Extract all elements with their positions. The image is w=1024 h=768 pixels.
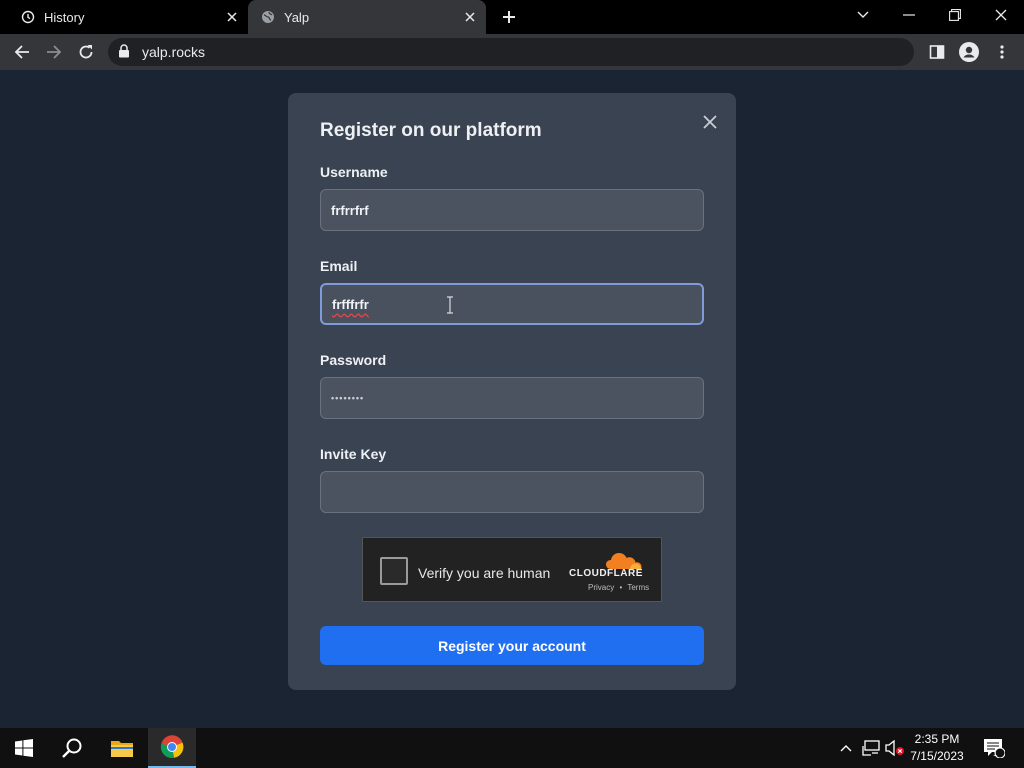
tab-title: Yalp	[284, 9, 310, 25]
captcha-checkbox[interactable]	[380, 557, 408, 585]
invite-key-label: Invite Key	[320, 446, 387, 462]
modal-title: Register on our platform	[320, 120, 542, 141]
cloudflare-captcha: Verify you are human CLOUDFLARE Privacy …	[362, 537, 662, 602]
windows-taskbar: 2:35 PM 7/15/2023 1	[0, 728, 1024, 768]
email-label: Email	[320, 258, 358, 274]
side-panel-icon[interactable]	[923, 38, 951, 66]
email-input[interactable]: frfffrfr	[320, 283, 704, 325]
tab-yalp[interactable]: Yalp	[248, 0, 486, 34]
url-text: yalp.rocks	[142, 44, 206, 60]
close-icon[interactable]	[698, 110, 722, 134]
windows-start-icon[interactable]	[0, 728, 48, 768]
tab-history[interactable]: History	[8, 0, 248, 34]
file-explorer-icon[interactable]	[98, 728, 146, 768]
clock-time: 2:35 PM	[914, 732, 960, 746]
lock-icon[interactable]	[118, 44, 130, 63]
globe-icon	[260, 9, 276, 25]
username-input[interactable]: frfrrfrf	[320, 189, 704, 231]
email-value: frfffrfr	[332, 296, 369, 312]
reload-icon[interactable]	[72, 38, 100, 66]
new-tab-button[interactable]	[496, 5, 522, 29]
search-icon[interactable]	[48, 728, 96, 768]
notification-center-icon[interactable]: 1	[980, 728, 1008, 768]
system-clock[interactable]: 2:35 PM 7/15/2023	[904, 731, 970, 765]
window-close-icon[interactable]	[978, 0, 1024, 30]
profile-avatar-icon[interactable]	[955, 38, 983, 66]
register-button[interactable]: Register your account	[320, 626, 704, 665]
clock-date: 7/15/2023	[910, 749, 964, 763]
chrome-taskbar-icon[interactable]	[148, 728, 196, 768]
tab-search-icon[interactable]	[840, 0, 886, 30]
restore-icon[interactable]	[932, 0, 978, 30]
register-modal: Register on our platform Username frfrrf…	[288, 93, 736, 690]
page-background: Register on our platform Username frfrrf…	[0, 70, 1024, 728]
notification-count: 1	[993, 749, 998, 758]
captcha-links: Privacy • Terms	[588, 583, 649, 592]
password-label: Password	[320, 352, 387, 368]
menu-kebab-icon[interactable]	[988, 38, 1016, 66]
invite-key-input[interactable]	[320, 471, 704, 513]
close-tab-icon[interactable]	[458, 5, 482, 29]
username-label: Username	[320, 164, 388, 180]
back-icon[interactable]	[8, 38, 36, 66]
password-input[interactable]: ••••••••	[320, 377, 704, 419]
address-bar[interactable]: yalp.rocks	[108, 38, 914, 66]
terms-link[interactable]: Terms	[627, 583, 649, 592]
volume-muted-icon[interactable]	[884, 728, 906, 768]
tab-title: History	[44, 9, 85, 25]
captcha-label: Verify you are human	[418, 565, 551, 581]
text-cursor-icon	[446, 296, 454, 317]
minimize-icon[interactable]	[886, 0, 932, 30]
link-separator: •	[619, 583, 623, 592]
network-icon[interactable]	[860, 728, 882, 768]
close-tab-icon[interactable]	[220, 5, 244, 29]
history-icon	[20, 9, 36, 25]
cloudflare-logo: CLOUDFLARE	[569, 568, 643, 579]
chevron-up-icon[interactable]	[836, 728, 856, 768]
browser-tab-strip: History Yalp	[0, 0, 1024, 34]
forward-icon[interactable]	[40, 38, 68, 66]
privacy-link[interactable]: Privacy	[588, 583, 614, 592]
